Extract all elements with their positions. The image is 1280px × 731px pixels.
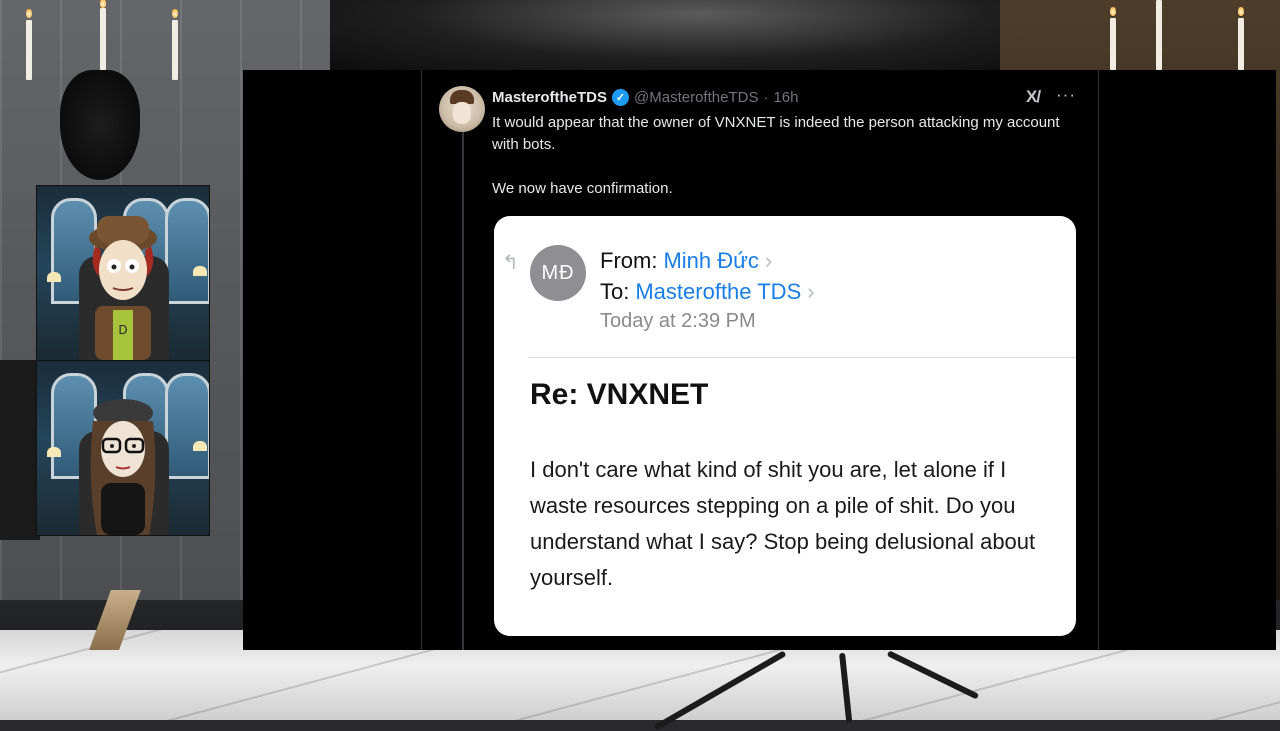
- cartoon-avatar-male: D: [89, 216, 157, 360]
- lamp: [193, 266, 207, 276]
- email-to-label: To:: [600, 279, 630, 304]
- lamp: [47, 447, 61, 457]
- candle: [1238, 18, 1244, 70]
- post-text-paragraph: We now have confirmation.: [492, 180, 673, 197]
- lamp: [47, 272, 61, 282]
- email-from-value: Minh Đức: [663, 248, 759, 273]
- sender-initials-avatar: MĐ: [530, 245, 586, 301]
- candle: [1156, 0, 1162, 70]
- cartoon-avatar-female: [90, 399, 156, 535]
- candle-flame: [172, 8, 178, 18]
- avatar-cam-bottom: [36, 360, 210, 536]
- candle: [100, 8, 106, 70]
- thread-line: [462, 130, 464, 650]
- more-icon[interactable]: ···: [1056, 85, 1076, 105]
- cam-window: [165, 373, 209, 479]
- candle-flame: [26, 8, 32, 18]
- chevron-right-icon: ›: [807, 279, 815, 304]
- verified-badge-icon: ✓: [612, 88, 630, 106]
- post-handle[interactable]: @MasteroftheTDS: [634, 89, 758, 106]
- post-display-name[interactable]: MasteroftheTDS: [492, 89, 607, 106]
- email-divider: [528, 357, 1076, 358]
- attached-email-image[interactable]: ↰ MĐ From: Minh Đức › To: Masterofthe TD…: [494, 216, 1076, 636]
- email-from-label: From:: [600, 248, 658, 273]
- avatar-cam-top: D: [36, 185, 210, 361]
- post-text-paragraph: It would appear that the owner of VNXNET…: [492, 114, 1060, 153]
- post-text: It would appear that the owner of VNXNET…: [492, 112, 1072, 200]
- chevron-right-icon: ›: [764, 248, 773, 273]
- email-date: Today at 2:39 PM: [600, 310, 756, 332]
- candle: [1110, 18, 1116, 70]
- email-subject: Re: VNXNET: [530, 378, 709, 411]
- post-timestamp[interactable]: 16h: [773, 89, 798, 106]
- candle-flame: [100, 0, 106, 8]
- email-from-line: From: Minh Đức ›: [600, 248, 772, 274]
- armchair: [0, 360, 40, 540]
- avatar-face: [453, 102, 471, 124]
- lamp: [193, 441, 207, 451]
- cam-window: [165, 198, 209, 304]
- wall-painting: [330, 0, 1000, 72]
- header-separator: ·: [763, 88, 769, 106]
- candle-sconce: [60, 70, 140, 180]
- post-author-avatar[interactable]: [439, 86, 485, 132]
- svg-text:D: D: [118, 323, 127, 337]
- candle-flame: [1238, 6, 1244, 16]
- email-body: I don't care what kind of shit you are, …: [530, 457, 1036, 590]
- email-to-line: To: Masterofthe TDS ›: [600, 279, 815, 305]
- grok-icon[interactable]: X/: [1026, 87, 1041, 107]
- email-to-value: Masterofthe TDS: [635, 279, 802, 304]
- reply-arrow-icon: ↰: [502, 252, 519, 274]
- candle: [172, 20, 178, 80]
- candle-flame: [1110, 6, 1116, 16]
- candle: [26, 20, 32, 80]
- post-header: MasteroftheTDS ✓ @MasteroftheTDS · 16h: [492, 87, 798, 107]
